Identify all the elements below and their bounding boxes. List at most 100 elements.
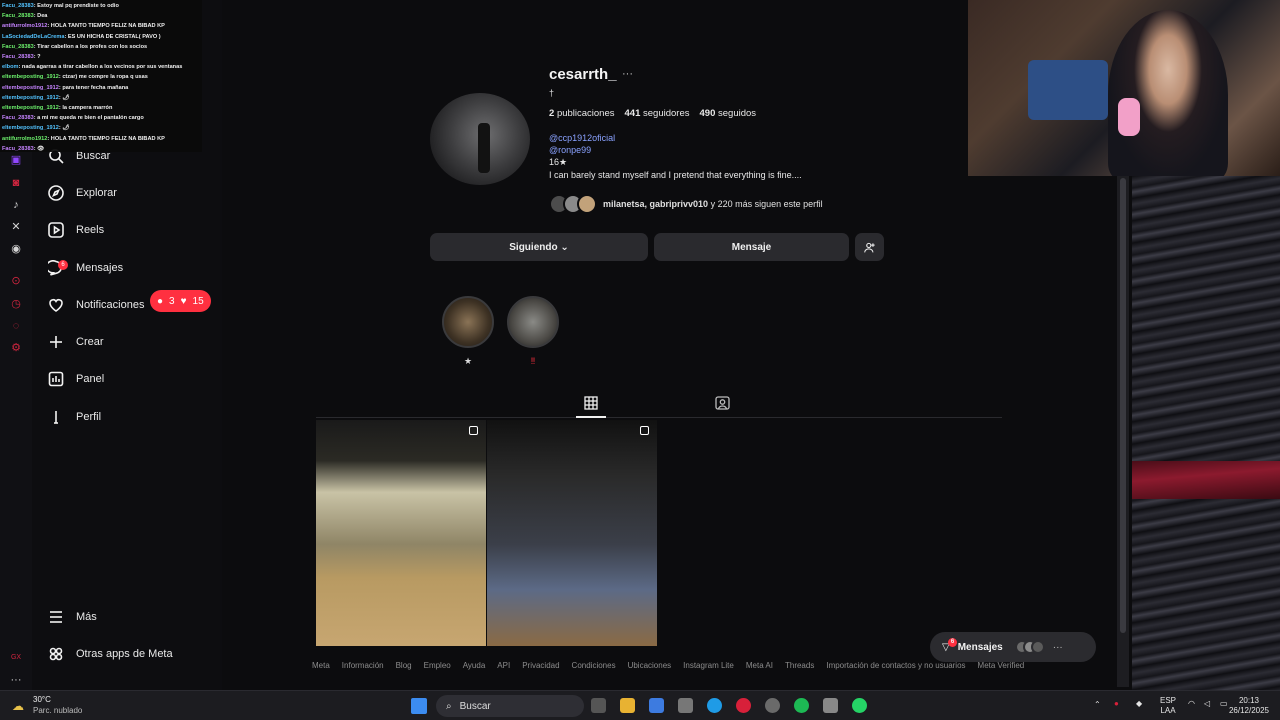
settings-icon[interactable]: ⚙: [8, 340, 24, 356]
avatar: [1030, 640, 1045, 654]
tray-app-icon[interactable]: ●: [1114, 699, 1119, 709]
chat-username: Facu_28383: [2, 145, 34, 152]
tiktok-icon[interactable]: ♪: [8, 197, 24, 213]
bio-link-ccp[interactable]: @ccp1912oficial: [549, 133, 615, 143]
nav-reels-label: Reels: [76, 224, 105, 236]
message-button[interactable]: Mensaje: [654, 233, 849, 261]
whatsapp-icon[interactable]: [852, 698, 867, 713]
following-button[interactable]: Siguiendo ⌄: [430, 233, 648, 261]
footer-link[interactable]: API: [497, 661, 510, 670]
player-icon[interactable]: ⊙: [8, 273, 24, 289]
nav-more[interactable]: Más: [48, 605, 97, 629]
followers-stat[interactable]: 441 seguidores: [625, 108, 690, 119]
post-thumbnail[interactable]: [487, 420, 657, 646]
footer-link[interactable]: Privacidad: [522, 661, 559, 670]
nav-panel[interactable]: Panel: [48, 367, 104, 391]
post-thumbnail[interactable]: [316, 420, 486, 646]
messages-pill-more[interactable]: ···: [1053, 642, 1063, 653]
nav-explore[interactable]: Explorar: [48, 181, 117, 205]
edge-icon[interactable]: [707, 698, 722, 713]
more-icon[interactable]: ···: [8, 672, 24, 688]
taskbar-search[interactable]: ⌕ Buscar: [436, 695, 584, 717]
nav-profile[interactable]: Perfil: [48, 405, 101, 429]
instagram-icon[interactable]: ◙: [8, 175, 24, 191]
chat-text: : Estoy mal pq prendiste to odio: [33, 3, 119, 9]
chat-text: : HOLA TANTO TIEMPO FELIZ NA BIBAD KP: [47, 23, 165, 30]
avatar: [577, 194, 597, 214]
footer-link[interactable]: Información: [342, 661, 384, 670]
weather-icon[interactable]: ☁: [12, 699, 24, 713]
publications-stat: 2 publicaciones: [549, 108, 615, 119]
battery-icon[interactable]: ▭: [1220, 699, 1228, 709]
footer-link[interactable]: Instagram Lite: [683, 661, 734, 670]
footer-link[interactable]: Threads: [785, 661, 814, 670]
discord-icon[interactable]: ◉: [8, 241, 24, 257]
chat-username: eltembeposting_1912: [2, 125, 59, 132]
notepad-icon[interactable]: [823, 698, 838, 713]
obs-icon[interactable]: [765, 698, 780, 713]
profile-stats: 2 publicaciones 441 seguidores 490 segui…: [549, 108, 756, 119]
profile-avatar[interactable]: [430, 93, 530, 185]
chat-username: Facu_28383: [2, 54, 34, 61]
footer-link[interactable]: Meta: [312, 661, 330, 670]
chat-message: Facu_28383: Dea: [2, 11, 200, 21]
language-indicator[interactable]: ESP LAA: [1158, 696, 1178, 716]
profile-bio-symbol: †: [549, 88, 555, 98]
story-highlight[interactable]: [442, 296, 494, 348]
notifications-pill[interactable]: ● 3 ♥ 15: [150, 290, 211, 312]
chat-bubble-icon[interactable]: ◌: [8, 318, 24, 334]
grid-icon[interactable]: [584, 396, 598, 410]
story-highlight[interactable]: [507, 296, 559, 348]
twitch-icon[interactable]: ▣: [8, 152, 24, 168]
footer-link[interactable]: Ayuda: [463, 661, 486, 670]
messenger-icon: ▽ 6: [942, 637, 957, 653]
profile-options-button[interactable]: ···: [622, 68, 633, 80]
x-icon[interactable]: ✕: [8, 219, 24, 235]
footer-link[interactable]: Importación de contactos y no usuarios: [826, 661, 965, 670]
footer-link[interactable]: Meta Verified: [978, 661, 1025, 670]
gx-icon[interactable]: GX: [8, 650, 24, 666]
volume-icon[interactable]: ◁: [1204, 699, 1210, 709]
chat-message: elbom: nada agarras a tirar cabellon a l…: [2, 62, 200, 72]
tray-chevron-icon[interactable]: ⌃: [1094, 700, 1101, 710]
footer-link[interactable]: Condiciones: [572, 661, 616, 670]
opera-gx-icon[interactable]: [736, 698, 751, 713]
history-icon[interactable]: ◷: [8, 296, 24, 312]
scrollbar[interactable]: [1117, 172, 1129, 687]
messages-floating-button[interactable]: ▽ 6 Mensajes ···: [930, 632, 1096, 662]
taskbar-search-label: Buscar: [459, 700, 491, 712]
microphone-icon: [1118, 98, 1140, 136]
suggest-user-button[interactable]: [855, 233, 884, 261]
footer-link[interactable]: Meta AI: [746, 661, 773, 670]
chat-text: : para tener fecha mañana: [58, 84, 129, 91]
chat-message: antifurrolmo1912: HOLA TANTO TIEMPO FELI…: [2, 134, 200, 144]
spotify-icon[interactable]: [794, 698, 809, 713]
tagged-icon[interactable]: [715, 396, 730, 410]
task-view-icon[interactable]: [591, 698, 606, 713]
nav-notifications[interactable]: Notificaciones: [48, 293, 144, 317]
weather-desc[interactable]: Parc. nublado: [33, 706, 82, 715]
nav-create[interactable]: Crear: [48, 330, 104, 354]
store-icon[interactable]: [678, 698, 693, 713]
start-icon[interactable]: [411, 698, 427, 714]
bio-link-ronpe[interactable]: @ronpe99: [549, 145, 591, 155]
nav-messages[interactable]: 6 Mensajes: [45, 256, 123, 280]
footer-link[interactable]: Blog: [396, 661, 412, 670]
followed-by[interactable]: milanetsa, gabriprivv010 y 220 más sigue…: [549, 193, 823, 215]
chat-text: : 🌶: [58, 94, 70, 101]
chat-text: : HOLA TANTO TIEMPO FELIZ NA BIBAD KP: [47, 135, 165, 142]
footer-link[interactable]: Ubicaciones: [628, 661, 672, 670]
wifi-icon[interactable]: ◠: [1188, 699, 1195, 709]
scrollbar-thumb[interactable]: [1120, 178, 1126, 633]
tabs-divider: [316, 417, 1002, 418]
tray-mic-icon[interactable]: ◆: [1136, 699, 1142, 709]
nav-reels[interactable]: Reels: [48, 218, 104, 242]
copilot-icon[interactable]: [649, 698, 664, 713]
footer-link[interactable]: Empleo: [424, 661, 451, 670]
file-explorer-icon[interactable]: [620, 698, 635, 713]
weather-temp[interactable]: 30°C: [33, 695, 51, 704]
chat-username: Facu_28383: [2, 43, 34, 50]
nav-meta-apps[interactable]: Otras apps de Meta: [48, 642, 173, 666]
clock[interactable]: 20:13 26/12/2025: [1228, 696, 1270, 716]
following-stat[interactable]: 490 seguidos: [700, 108, 757, 119]
